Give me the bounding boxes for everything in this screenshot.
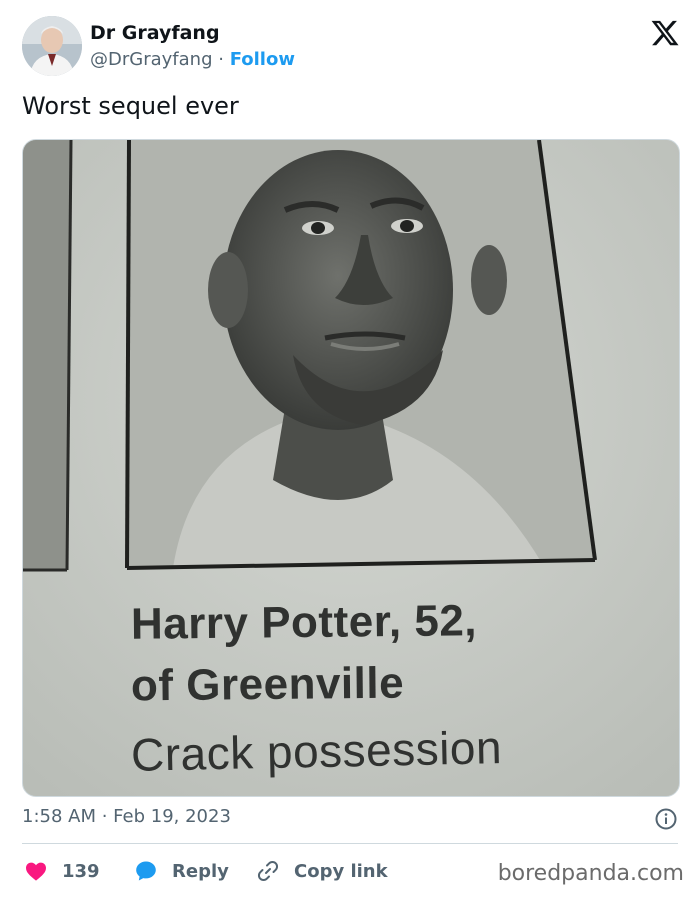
- handle[interactable]: @DrGrayfang: [90, 49, 213, 70]
- photo-caption-town: of Greenville: [130, 658, 405, 711]
- reply-label: Reply: [172, 860, 229, 882]
- copy-link-label: Copy link: [294, 860, 388, 882]
- info-icon[interactable]: [654, 807, 678, 831]
- copy-link-button[interactable]: Copy link: [256, 858, 388, 884]
- timestamp[interactable]: 1:58 AM · Feb 19, 2023: [22, 806, 231, 827]
- separator-dot: ·: [218, 49, 224, 70]
- speech-bubble-icon: [136, 861, 156, 881]
- like-button[interactable]: 139: [24, 858, 100, 884]
- avatar[interactable]: [22, 16, 82, 76]
- reply-button[interactable]: Reply: [134, 858, 229, 884]
- photo-caption-charge: Crack possession: [130, 721, 503, 781]
- handle-row: @DrGrayfang · Follow: [90, 49, 295, 70]
- watermark: boredpanda.com: [497, 861, 684, 886]
- avatar-photo: [22, 16, 82, 76]
- like-count: 139: [62, 860, 100, 882]
- tweet-photo[interactable]: Harry Potter, 52, of Greenville Crack po…: [22, 139, 680, 797]
- photo-caption-name: Harry Potter, 52,: [130, 596, 478, 649]
- tweet-card: Dr Grayfang @DrGrayfang · Follow Worst s…: [0, 0, 700, 898]
- x-logo-icon[interactable]: [650, 18, 680, 48]
- display-name[interactable]: Dr Grayfang: [90, 22, 220, 44]
- divider: [22, 843, 678, 844]
- follow-button[interactable]: Follow: [230, 49, 295, 70]
- heart-icon: [26, 862, 46, 881]
- link-icon: [257, 860, 279, 882]
- tweet-text: Worst sequel ever: [22, 92, 239, 120]
